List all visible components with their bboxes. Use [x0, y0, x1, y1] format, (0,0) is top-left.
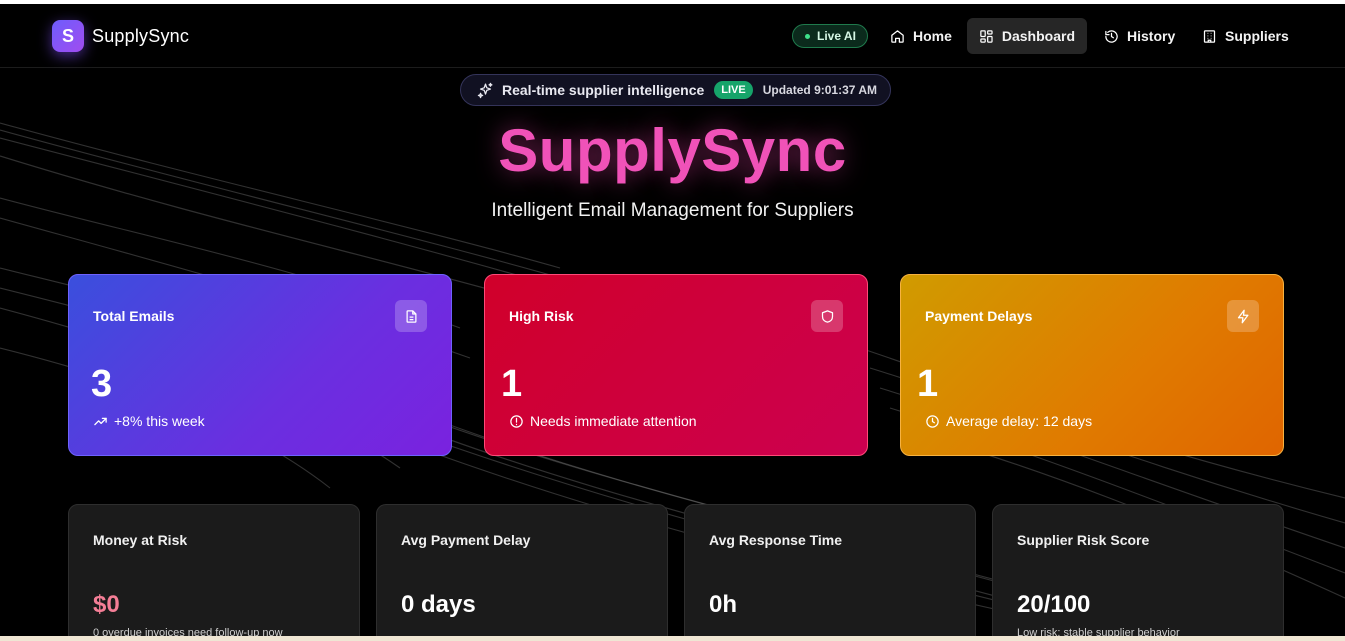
history-icon: [1105, 29, 1118, 43]
home-icon: [891, 29, 904, 43]
stat-card-total-emails[interactable]: Total Emails 3 +8% this week: [68, 274, 452, 456]
stat-footnote: +8% this week: [93, 413, 205, 429]
live-ai-label: Live AI: [817, 29, 856, 43]
stat-label: High Risk: [509, 308, 574, 324]
trending-up-icon: [94, 417, 107, 425]
stat-value: 3: [91, 363, 113, 405]
metric-label: Avg Response Time: [709, 532, 843, 548]
metric-value: 0h: [709, 591, 738, 618]
stat-note: +8% this week: [114, 413, 205, 429]
updated-timestamp: Updated 9:01:37 AM: [762, 83, 877, 97]
live-tag: LIVE: [714, 81, 753, 99]
nav-history-label: History: [1127, 28, 1176, 44]
alert-circle-icon: [510, 414, 523, 428]
metric-value: 20/100: [1017, 591, 1091, 618]
metric-card-avg-response-time[interactable]: Avg Response Time 0h: [684, 504, 976, 641]
nav-dashboard[interactable]: Dashboard: [967, 18, 1087, 54]
metric-card-avg-payment-delay[interactable]: Avg Payment Delay 0 days: [376, 504, 668, 641]
window-bottom-edge: [0, 636, 1345, 641]
stat-footnote: Average delay: 12 days: [925, 413, 1092, 429]
stat-value: 1: [501, 363, 523, 405]
nav-home-label: Home: [913, 28, 952, 44]
zap-icon: [1227, 300, 1259, 332]
logo-badge[interactable]: S: [52, 20, 84, 52]
stat-label: Total Emails: [93, 308, 175, 324]
building-icon: [1203, 29, 1216, 43]
metric-card-supplier-risk-score[interactable]: Supplier Risk Score 20/100 Low risk: sta…: [992, 504, 1284, 641]
metric-label: Avg Payment Delay: [401, 532, 531, 548]
top-navbar: S SupplySync Live AI Home Dashboard Hist…: [0, 4, 1345, 68]
metric-value: $0: [93, 591, 120, 618]
nav-history[interactable]: History: [1092, 18, 1187, 54]
metric-label: Supplier Risk Score: [1017, 532, 1150, 548]
hero-title: SupplySync: [498, 117, 847, 184]
stat-card-high-risk[interactable]: High Risk 1 Needs immediate attention: [484, 274, 868, 456]
realtime-status-pill: Real-time supplier intelligence LIVE Upd…: [460, 74, 891, 106]
realtime-label: Real-time supplier intelligence: [502, 82, 705, 98]
metric-label: Money at Risk: [93, 532, 188, 548]
nav-suppliers-label: Suppliers: [1225, 28, 1289, 44]
stat-label: Payment Delays: [925, 308, 1033, 324]
file-text-icon: [395, 300, 427, 332]
sparkles-icon: [477, 82, 493, 98]
stat-footnote: Needs immediate attention: [509, 413, 697, 429]
stat-note: Needs immediate attention: [530, 413, 697, 429]
live-ai-badge: Live AI: [792, 24, 868, 48]
nav-home[interactable]: Home: [878, 18, 964, 54]
stat-value: 1: [917, 363, 939, 405]
live-dot-icon: [805, 33, 810, 39]
hero-subtitle: Intelligent Email Management for Supplie…: [491, 200, 854, 221]
nav-dashboard-label: Dashboard: [1001, 28, 1075, 44]
dashboard-icon: [980, 29, 993, 43]
clock-icon: [926, 414, 939, 428]
brand-name[interactable]: SupplySync: [92, 26, 189, 47]
metric-card-money-at-risk[interactable]: Money at Risk $0 0 overdue invoices need…: [68, 504, 360, 641]
stat-card-payment-delays[interactable]: Payment Delays 1 Average delay: 12 days: [900, 274, 1284, 456]
metric-value: 0 days: [401, 591, 476, 618]
nav-suppliers[interactable]: Suppliers: [1190, 18, 1301, 54]
stat-note: Average delay: 12 days: [946, 413, 1093, 429]
shield-icon: [811, 300, 843, 332]
